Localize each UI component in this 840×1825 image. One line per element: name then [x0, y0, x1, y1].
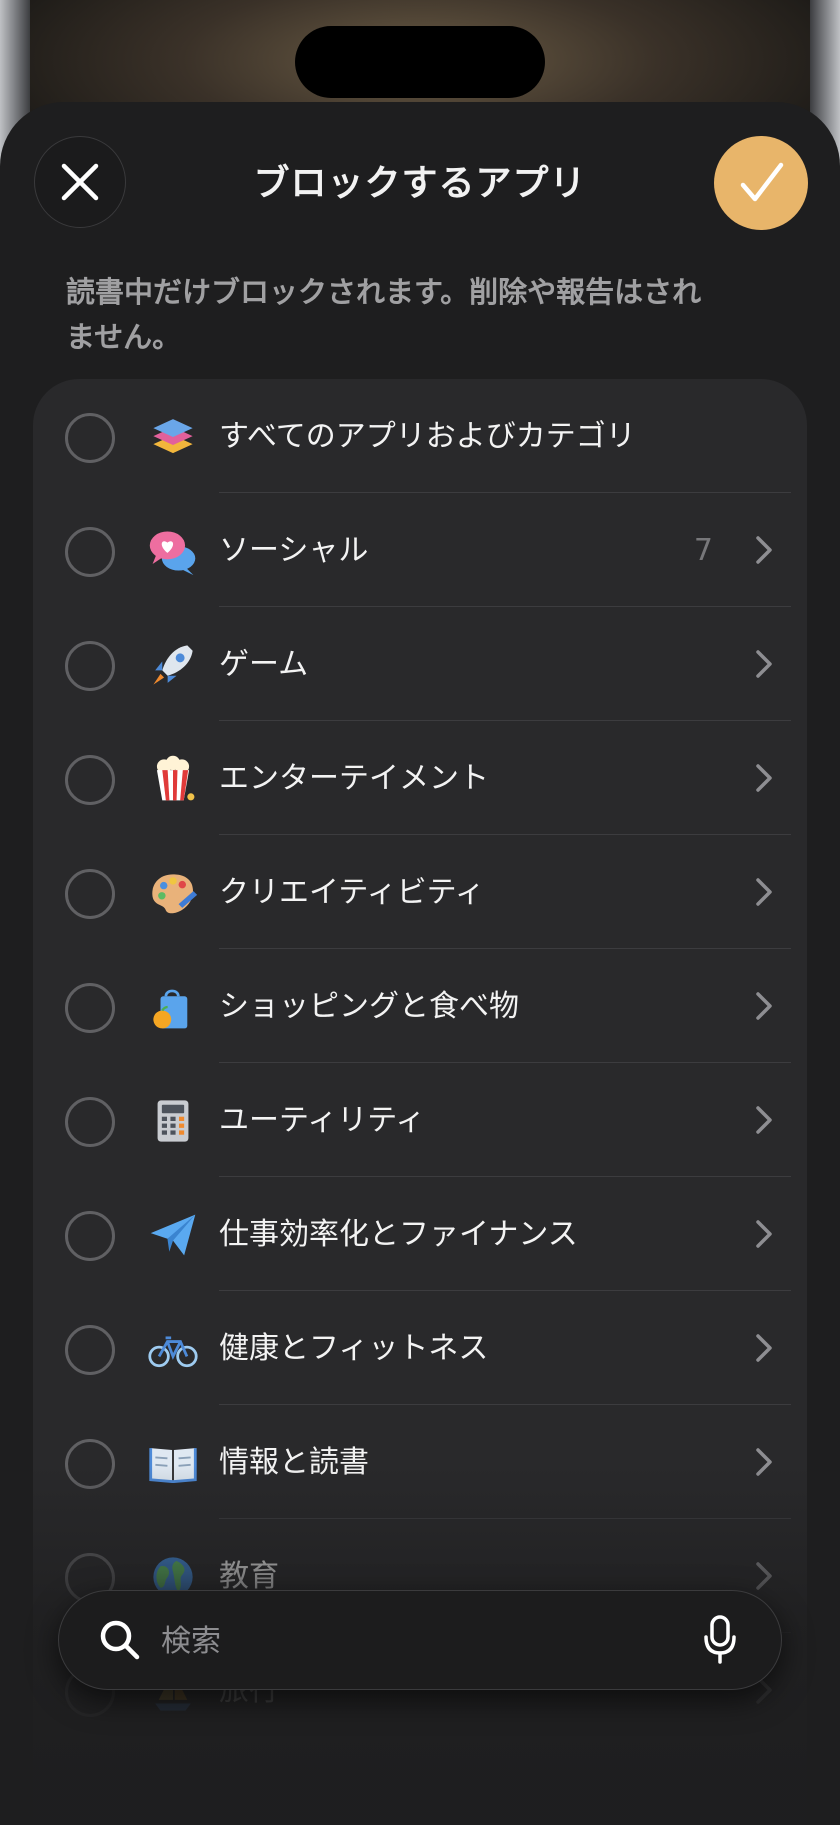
shopping-bag-icon	[145, 979, 201, 1035]
calculator-icon	[145, 1093, 201, 1149]
category-radio[interactable]	[65, 641, 115, 691]
category-label: 情報と読書	[219, 1445, 369, 1480]
bicycle-icon	[145, 1321, 201, 1377]
category-label: ソーシャル	[219, 533, 369, 568]
dynamic-island	[295, 26, 545, 98]
chat-bubbles-heart-icon	[145, 523, 201, 579]
category-row[interactable]: 仕事効率化とファイナンス	[33, 1177, 807, 1291]
category-row[interactable]: ソーシャル 7	[33, 493, 807, 607]
category-row[interactable]: 情報と読書	[33, 1405, 807, 1519]
category-radio[interactable]	[65, 1097, 115, 1147]
block-apps-sheet: ブロックするアプリ 読書中だけブロックされます。削除や報告はされません。 すべて…	[0, 102, 840, 1825]
app-screen: ブロックするアプリ 読書中だけブロックされます。削除や報告はされません。 すべて…	[0, 0, 840, 1825]
category-label: 仕事効率化とファイナンス	[219, 1217, 578, 1252]
search-input[interactable]	[159, 1615, 663, 1667]
category-row[interactable]: ゲーム	[33, 607, 807, 721]
category-radio[interactable]	[65, 413, 115, 463]
chevron-right-icon[interactable]	[755, 763, 773, 793]
category-row[interactable]: すべてのアプリおよびカテゴリ	[33, 379, 807, 493]
stacked-layers-icon	[145, 409, 201, 465]
microphone-icon[interactable]	[703, 1615, 737, 1665]
chevron-right-icon[interactable]	[755, 877, 773, 907]
category-label: ショッピングと食べ物	[219, 989, 519, 1024]
category-row[interactable]: ショッピングと食べ物	[33, 949, 807, 1063]
paint-palette-icon	[145, 865, 201, 921]
category-label: 健康とフィットネス	[219, 1331, 489, 1366]
category-label: エンターテイメント	[219, 761, 489, 796]
category-radio[interactable]	[65, 1211, 115, 1261]
chevron-right-icon[interactable]	[755, 1219, 773, 1249]
rocket-icon	[145, 637, 201, 693]
popcorn-icon	[145, 751, 201, 807]
category-count: 7	[693, 533, 713, 568]
search-icon	[100, 1620, 140, 1660]
chevron-right-icon[interactable]	[755, 535, 773, 565]
category-label: すべてのアプリおよびカテゴリ	[219, 419, 636, 454]
category-radio[interactable]	[65, 755, 115, 805]
paper-plane-icon	[145, 1207, 201, 1263]
category-row[interactable]: 健康とフィットネス	[33, 1291, 807, 1405]
chevron-right-icon[interactable]	[755, 991, 773, 1021]
category-radio[interactable]	[65, 527, 115, 577]
category-radio[interactable]	[65, 1325, 115, 1375]
chevron-right-icon[interactable]	[755, 1105, 773, 1135]
chevron-right-icon[interactable]	[755, 1447, 773, 1477]
category-row[interactable]: クリエイティビティ	[33, 835, 807, 949]
category-label: ゲーム	[219, 647, 309, 682]
category-row[interactable]: エンターテイメント	[33, 721, 807, 835]
search-bar[interactable]	[58, 1590, 782, 1690]
category-label: クリエイティビティ	[219, 875, 485, 910]
chevron-right-icon[interactable]	[755, 1561, 773, 1591]
chevron-right-icon[interactable]	[755, 1333, 773, 1363]
category-row[interactable]: ユーティリティ	[33, 1063, 807, 1177]
chevron-right-icon[interactable]	[755, 649, 773, 679]
checkmark-icon	[740, 162, 784, 202]
confirm-button[interactable]	[714, 136, 808, 230]
open-book-icon	[145, 1435, 201, 1491]
category-radio[interactable]	[65, 869, 115, 919]
category-radio[interactable]	[65, 983, 115, 1033]
sheet-header: ブロックするアプリ	[0, 102, 840, 270]
block-description: 読書中だけブロックされます。削除や報告はされません。	[66, 275, 702, 354]
category-label: ユーティリティ	[219, 1103, 426, 1138]
category-radio[interactable]	[65, 1439, 115, 1489]
